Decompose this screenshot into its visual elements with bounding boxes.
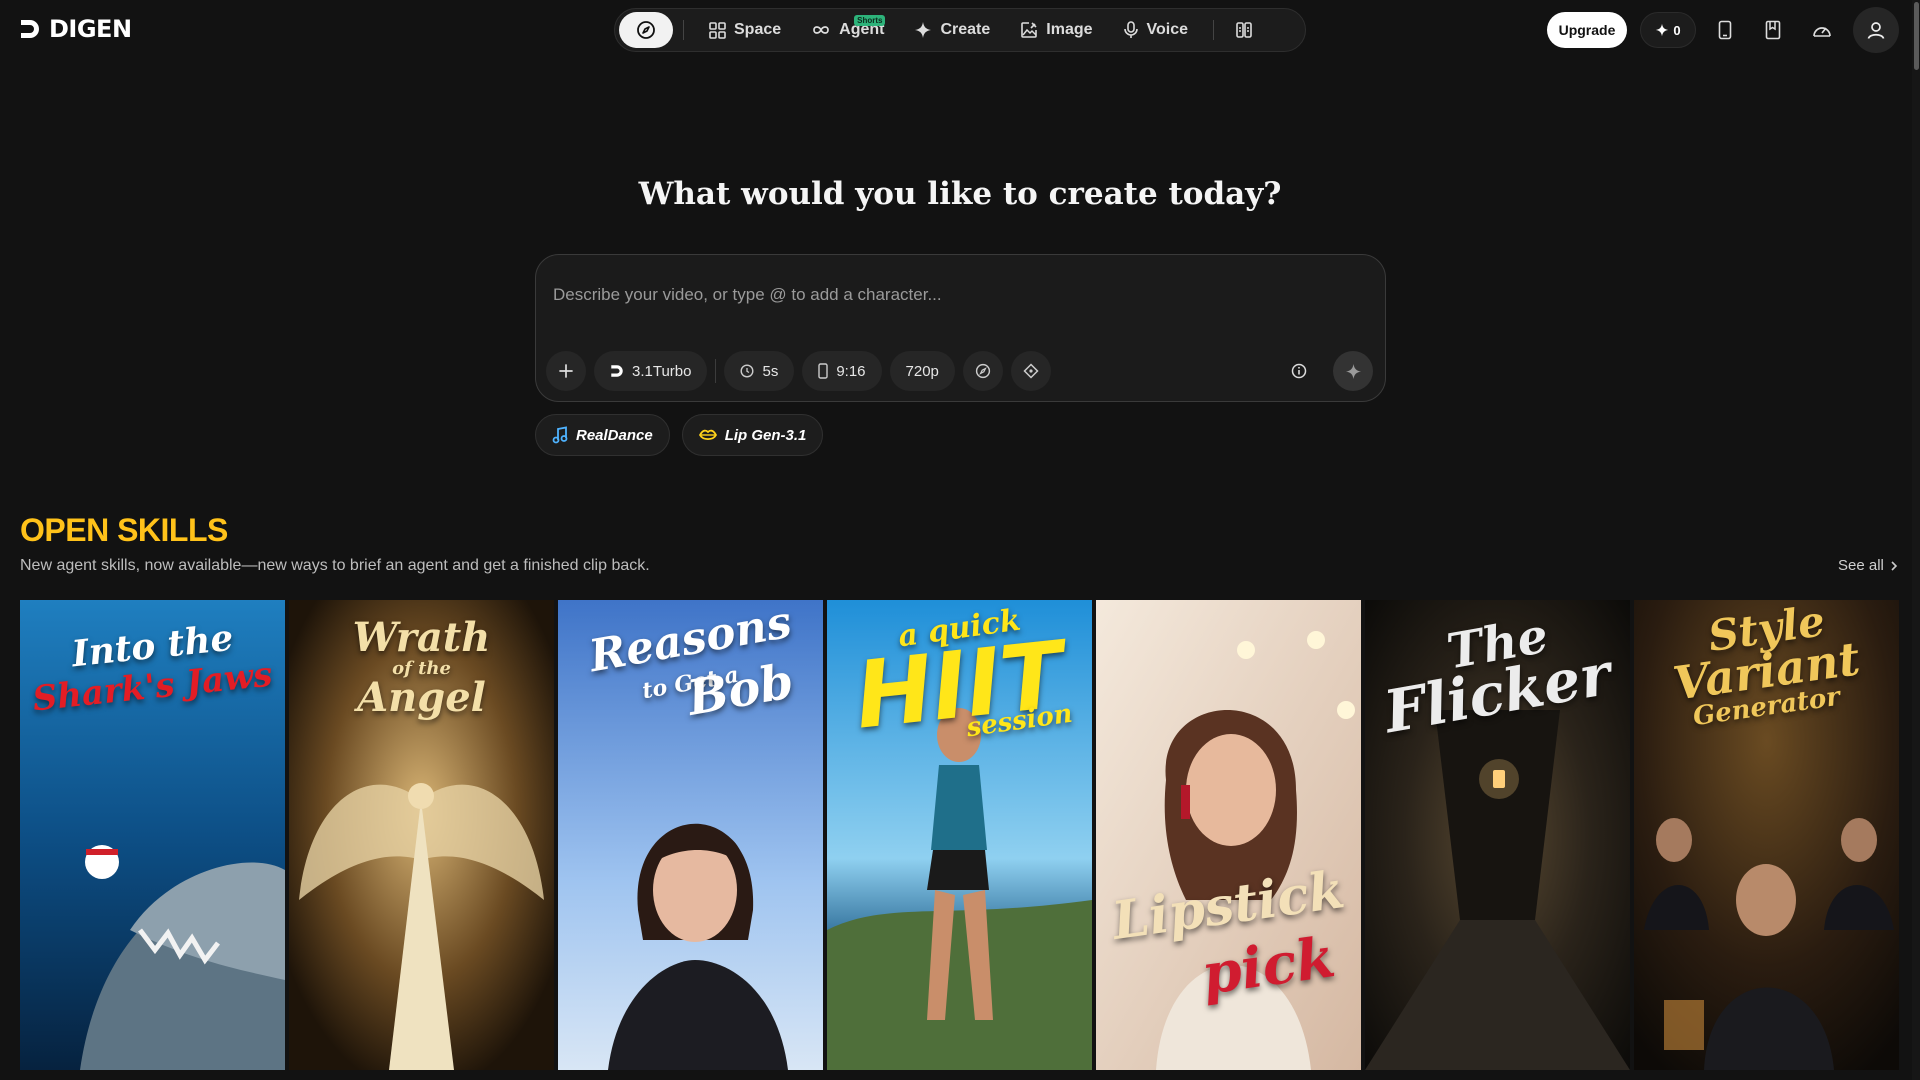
nav-item-agent[interactable]: Agent Shorts bbox=[796, 12, 899, 48]
sparkle-icon bbox=[1345, 363, 1361, 379]
model-label: 3.1Turbo bbox=[632, 362, 692, 380]
style-button[interactable] bbox=[1010, 351, 1051, 391]
generate-button[interactable] bbox=[1333, 351, 1373, 391]
model-selector[interactable]: 3.1Turbo bbox=[594, 351, 708, 391]
credits-counter[interactable]: 0 bbox=[1640, 12, 1696, 48]
add-attachment-button[interactable] bbox=[546, 351, 586, 391]
section-subtitle: New agent skills, now available—new ways… bbox=[20, 557, 650, 574]
skills-carousel: Into the Shark's Jaws Wrath of the Angel… bbox=[20, 600, 1899, 1070]
compare-button[interactable] bbox=[1224, 21, 1264, 39]
aspect-ratio-selector[interactable]: 9:16 bbox=[802, 351, 882, 391]
shorts-badge: Shorts bbox=[854, 15, 886, 26]
skill-card-style-variant[interactable]: Style Variant Generator bbox=[1634, 600, 1899, 1070]
page-scrollbar[interactable] bbox=[1912, 0, 1920, 1080]
info-button[interactable] bbox=[1287, 359, 1311, 383]
nav-item-voice[interactable]: Voice bbox=[1108, 12, 1204, 48]
see-all-label: See all bbox=[1838, 557, 1884, 574]
skill-card-shark[interactable]: Into the Shark's Jaws bbox=[20, 600, 285, 1070]
skill-card-hiit[interactable]: a quick HIIT session bbox=[827, 600, 1092, 1070]
speedometer-icon bbox=[1813, 27, 1831, 37]
scrollbar-thumb[interactable] bbox=[1914, 2, 1919, 70]
page-title: What would you like to create today? bbox=[638, 176, 1282, 212]
lips-icon bbox=[698, 429, 717, 441]
compass-icon bbox=[975, 363, 991, 379]
toolbar-divider bbox=[715, 359, 717, 383]
realdance-button[interactable]: RealDance bbox=[535, 414, 670, 456]
phone-icon bbox=[1718, 20, 1732, 40]
card-title-line: Angel bbox=[357, 674, 486, 721]
resolution-label: 720p bbox=[905, 362, 939, 380]
nav-label: Create bbox=[940, 21, 991, 38]
user-icon bbox=[1867, 22, 1885, 39]
lip-gen-button[interactable]: Lip Gen-3.1 bbox=[681, 414, 824, 456]
info-icon bbox=[1291, 363, 1307, 379]
compare-columns-icon bbox=[1236, 22, 1252, 38]
top-bar: DIGEN Space Agent Shorts Create Image Vo… bbox=[0, 0, 1920, 60]
duration-selector[interactable]: 5s bbox=[724, 351, 795, 391]
brand-logo[interactable]: DIGEN bbox=[19, 15, 132, 43]
prompt-input[interactable] bbox=[553, 275, 1353, 315]
model-logo-icon bbox=[611, 365, 623, 377]
nav-item-create[interactable]: Create bbox=[899, 12, 1005, 48]
nav-item-space[interactable]: Space bbox=[694, 12, 796, 48]
nav-item-image[interactable]: Image bbox=[1005, 12, 1107, 48]
quick-action-label: Lip Gen-3.1 bbox=[724, 426, 807, 444]
sparkle-icon bbox=[1656, 23, 1669, 37]
mobile-app-button[interactable] bbox=[1713, 18, 1737, 42]
skill-card-bob[interactable]: Reasons to Get a Bob bbox=[558, 600, 823, 1070]
main-nav: Space Agent Shorts Create Image Voice bbox=[614, 8, 1306, 52]
skill-card-lipstick[interactable]: Lipstick pick bbox=[1096, 600, 1361, 1070]
quick-actions: RealDance Lip Gen-3.1 bbox=[535, 414, 824, 456]
bookmark-book-icon bbox=[1765, 20, 1781, 40]
credits-value: 0 bbox=[1673, 22, 1681, 38]
nav-label: Space bbox=[734, 21, 782, 38]
nav-label: Voice bbox=[1146, 21, 1189, 38]
section-title: OPEN SKILLS bbox=[20, 512, 228, 548]
image-edit-icon bbox=[1021, 22, 1038, 38]
composer-toolbar: 3.1Turbo 5s 9:16 720p bbox=[546, 351, 1051, 391]
sparkle-icon bbox=[915, 22, 932, 38]
dashboard-button[interactable] bbox=[1810, 18, 1834, 42]
resolution-selector[interactable]: 720p bbox=[889, 351, 955, 391]
upgrade-button[interactable]: Upgrade bbox=[1547, 12, 1627, 48]
plus-icon bbox=[559, 364, 573, 378]
library-button[interactable] bbox=[1761, 18, 1785, 42]
music-note-icon bbox=[552, 426, 568, 444]
user-avatar-button[interactable] bbox=[1853, 7, 1899, 53]
compass-icon bbox=[637, 21, 655, 39]
microphone-icon bbox=[1123, 21, 1138, 38]
aspect-ratio-label: 9:16 bbox=[836, 362, 866, 380]
camera-motion-button[interactable] bbox=[962, 351, 1003, 391]
nav-label: Image bbox=[1046, 21, 1093, 38]
quick-action-label: RealDance bbox=[576, 426, 653, 444]
portrait-frame-icon bbox=[818, 363, 829, 379]
nav-divider bbox=[1213, 20, 1215, 40]
nav-divider bbox=[683, 20, 684, 40]
diamond-sparkle-icon bbox=[1023, 363, 1039, 379]
prompt-composer: 3.1Turbo 5s 9:16 720p bbox=[535, 254, 1386, 402]
clock-icon bbox=[740, 364, 754, 378]
logo-mark-icon bbox=[21, 20, 39, 38]
infinity-icon bbox=[813, 26, 829, 34]
see-all-link[interactable]: See all bbox=[1838, 557, 1898, 574]
card-title-line: Wrath bbox=[352, 614, 491, 661]
chevron-right-icon bbox=[1891, 560, 1898, 571]
explore-button[interactable] bbox=[619, 12, 673, 48]
skill-card-angel[interactable]: Wrath of the Angel bbox=[289, 600, 554, 1070]
brand-name: DIGEN bbox=[49, 15, 132, 43]
skill-card-flicker[interactable]: The Flicker bbox=[1365, 600, 1630, 1070]
duration-label: 5s bbox=[762, 362, 779, 380]
grid-icon bbox=[709, 21, 726, 39]
